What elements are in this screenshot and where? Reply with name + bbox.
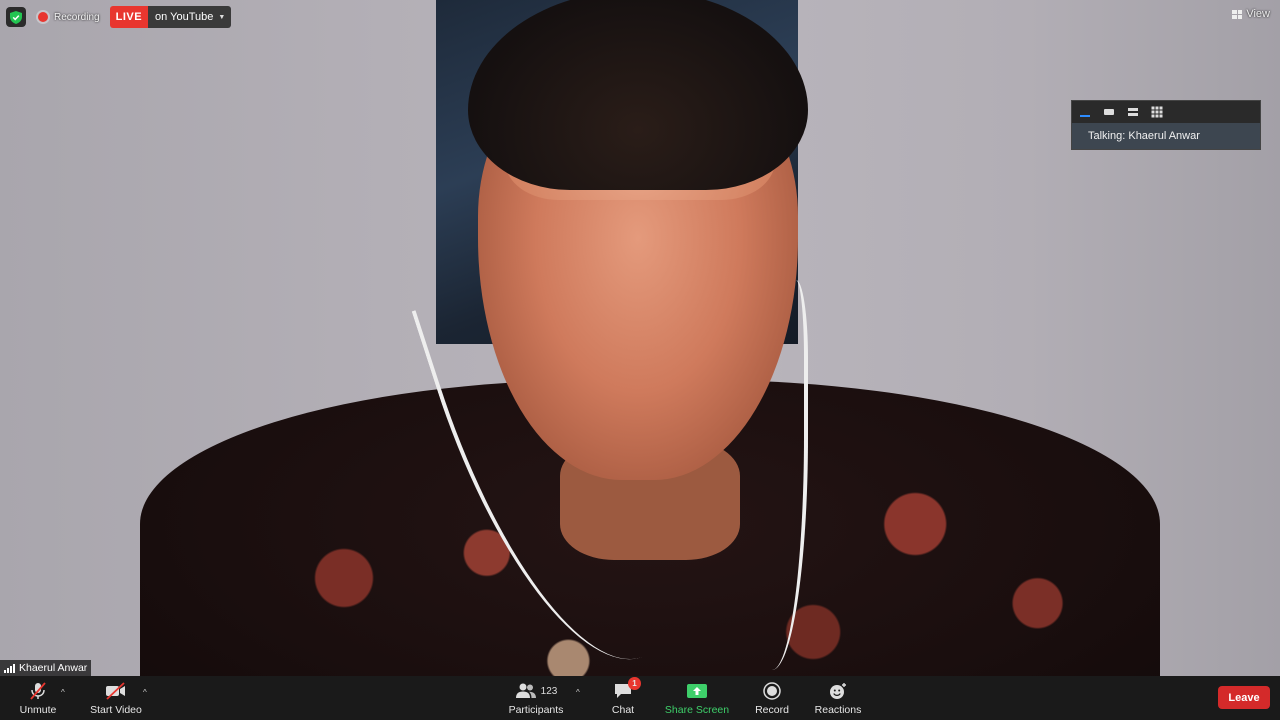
tab-speaker[interactable]: [1102, 105, 1116, 119]
participants-button[interactable]: 123 Participants: [506, 680, 566, 718]
participants-label: Participants: [508, 704, 564, 716]
unmute-label: Unmute: [19, 704, 57, 716]
unmute-button[interactable]: Unmute: [16, 680, 60, 718]
live-badge: LIVE: [109, 6, 149, 28]
layout-tabs: [1072, 101, 1260, 123]
start-video-button[interactable]: Start Video: [88, 680, 144, 718]
tab-minimize[interactable]: [1078, 105, 1092, 119]
share-screen-button[interactable]: Share Screen: [664, 680, 730, 718]
talking-indicator: Talking: Khaerul Anwar: [1072, 123, 1260, 149]
stream-target-label: on YouTube: [155, 11, 214, 23]
tab-stacked[interactable]: [1126, 105, 1140, 119]
chevron-down-icon: ▼: [218, 13, 226, 21]
reactions-smiley-icon: [828, 680, 848, 702]
participant-name: Khaerul Anwar: [19, 662, 88, 674]
participants-icon: [515, 683, 536, 698]
gallery-view-icon: [1151, 106, 1163, 118]
audio-options-chevron-up-icon[interactable]: ^: [61, 688, 65, 697]
video-off-icon: [105, 680, 127, 702]
share-screen-icon: [686, 680, 708, 702]
speaker-panel: Talking: Khaerul Anwar: [1071, 100, 1261, 150]
tab-gallery[interactable]: [1150, 105, 1164, 119]
start-video-label: Start Video: [90, 704, 142, 716]
meeting-status-bar: Recording LIVE on YouTube ▼: [6, 6, 232, 28]
speaker-hair: [468, 0, 808, 190]
reactions-label: Reactions: [814, 704, 862, 716]
stacked-view-icon: [1128, 108, 1138, 116]
stream-target-dropdown[interactable]: on YouTube ▼: [148, 6, 232, 28]
leave-button[interactable]: Leave: [1218, 686, 1270, 709]
chat-label: Chat: [611, 704, 635, 716]
participants-count: 123: [540, 685, 558, 697]
share-screen-label: Share Screen: [664, 704, 730, 716]
video-options-chevron-up-icon[interactable]: ^: [143, 688, 147, 697]
record-icon: [763, 680, 781, 702]
record-label: Record: [755, 704, 789, 716]
view-button[interactable]: View: [1232, 8, 1270, 20]
speaker-view-icon: [1104, 109, 1114, 115]
participants-options-chevron-up-icon[interactable]: ^: [576, 688, 580, 697]
security-shield-icon[interactable]: [6, 7, 26, 27]
meeting-toolbar: Unmute ^ Start Video ^ 123 Participants …: [0, 676, 1280, 720]
minimize-icon: [1080, 115, 1090, 117]
view-label: View: [1246, 8, 1270, 20]
record-button[interactable]: Record: [752, 680, 792, 718]
signal-strength-icon: [4, 663, 15, 673]
participants-icon-group: 123: [515, 680, 558, 702]
grid-view-icon: [1232, 9, 1243, 19]
recording-label[interactable]: Recording: [54, 12, 100, 23]
chat-icon: 1: [613, 677, 641, 702]
chat-button[interactable]: 1 Chat: [604, 677, 642, 718]
recording-icon[interactable]: [38, 12, 48, 22]
muted-microphone-icon: [28, 680, 48, 702]
participant-name-tag: Khaerul Anwar: [0, 660, 92, 676]
reactions-button[interactable]: Reactions: [814, 680, 862, 718]
live-stream-control[interactable]: LIVE on YouTube ▼: [109, 6, 232, 28]
chat-unread-badge: 1: [628, 677, 641, 690]
